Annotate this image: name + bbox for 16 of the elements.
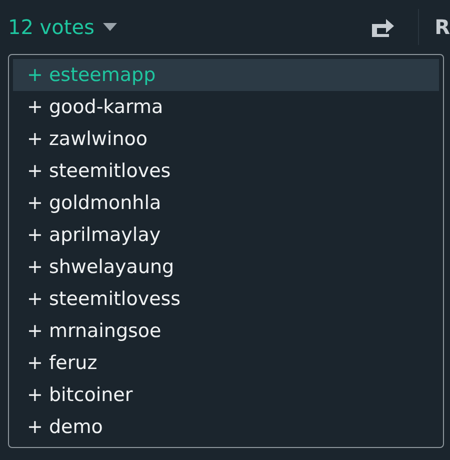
share-icon[interactable] [370,16,396,38]
side-label: R [434,14,450,41]
voter-item[interactable]: + steemitlovess [13,283,439,315]
voter-item[interactable]: + esteemapp [13,59,439,91]
voter-item[interactable]: + mrnaingsoe [13,315,439,347]
voter-item[interactable]: + steemitloves [13,155,439,187]
voter-item[interactable]: + feruz [13,347,439,379]
voter-item[interactable]: + good-karma [13,91,439,123]
voter-item[interactable]: + goldmonhla [13,187,439,219]
votes-button[interactable]: 12 votes [8,12,118,42]
voter-item[interactable]: + demo [13,411,439,443]
voter-item[interactable]: + bitcoiner [13,379,439,411]
caret-icon [102,22,118,32]
voter-item[interactable]: + shwelayaung [13,251,439,283]
voter-item[interactable]: + zawlwinoo [13,123,439,155]
voter-item[interactable]: + aprilmaylay [13,219,439,251]
